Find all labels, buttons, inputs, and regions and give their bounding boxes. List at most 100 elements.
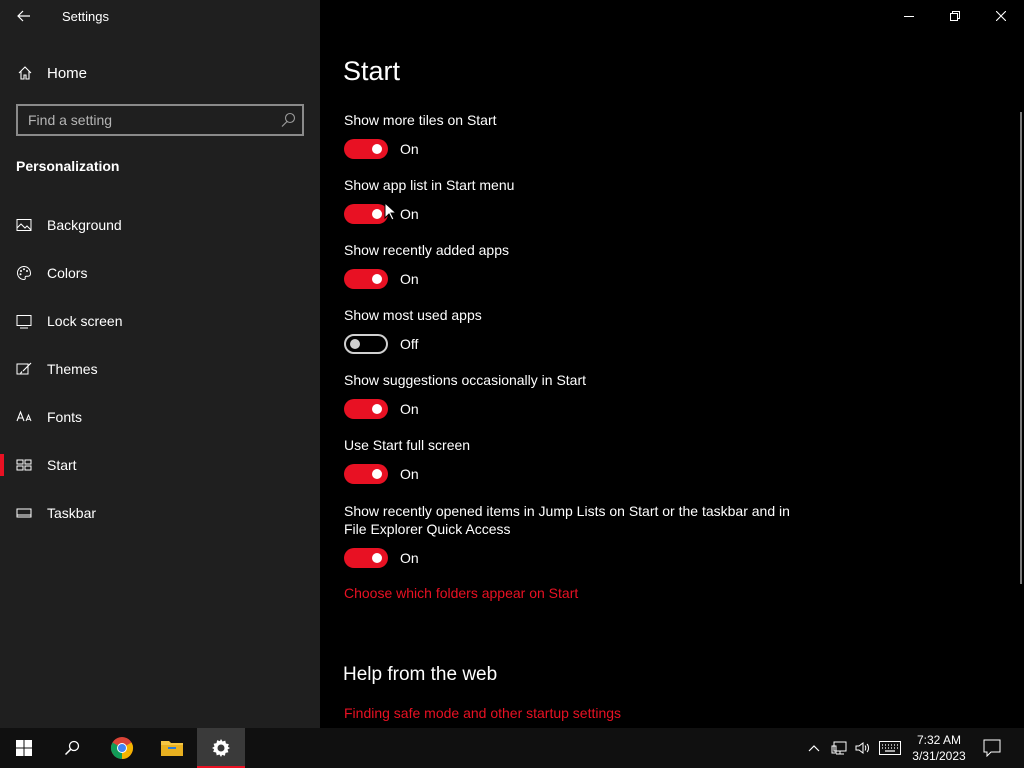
volume-button[interactable] (852, 728, 874, 768)
sidebar-item-taskbar[interactable]: Taskbar (0, 489, 320, 537)
network-button[interactable] (828, 728, 850, 768)
setting-label: Show app list in Start menu (344, 177, 515, 193)
setting-label: Show most used apps (344, 307, 482, 323)
keyboard-icon (879, 741, 901, 755)
toggle-knob (372, 274, 382, 284)
sidebar-item-label: Background (47, 217, 122, 233)
search-button[interactable] (48, 728, 96, 768)
sidebar-item-label: Themes (47, 361, 98, 377)
sidebar-item-label: Colors (47, 265, 88, 281)
minimize-icon (904, 16, 914, 17)
toggle-knob (350, 339, 360, 349)
scrollbar[interactable] (1020, 112, 1022, 584)
picture-icon (16, 219, 32, 231)
network-icon (831, 741, 847, 755)
window-controls (886, 0, 1024, 32)
lock-screen-icon (16, 315, 32, 329)
setting-app-list: Show app list in Start menu On (344, 176, 824, 226)
toggle-state: Off (400, 336, 419, 352)
toggle-state: On (400, 466, 419, 482)
taskbar: 7:32 AM 3/31/2023 (0, 728, 1024, 768)
toggle-knob (372, 404, 382, 414)
close-button[interactable] (978, 0, 1024, 32)
home-nav-item[interactable]: Home (0, 56, 320, 90)
choose-folders-link[interactable]: Choose which folders appear on Start (344, 585, 578, 601)
most-used-toggle[interactable] (344, 334, 388, 354)
taskbar-clock[interactable]: 7:32 AM 3/31/2023 (904, 732, 974, 764)
setting-more-tiles: Show more tiles on Start On (344, 111, 824, 161)
toggle-knob (372, 144, 382, 154)
toggle-knob (372, 209, 382, 219)
sidebar-item-start[interactable]: Start (0, 441, 320, 489)
back-button[interactable] (8, 4, 40, 28)
restore-icon (950, 11, 960, 21)
help-section-title: Help from the web (343, 664, 498, 685)
clock-time: 7:32 AM (916, 733, 962, 747)
sidebar-item-fonts[interactable]: Fonts (0, 393, 320, 441)
notification-icon (983, 739, 1001, 757)
action-center-button[interactable] (978, 728, 1006, 768)
chevron-up-icon (808, 745, 820, 752)
toggle-state: On (400, 141, 419, 157)
search-icon (64, 740, 80, 756)
sidebar-item-label: Taskbar (47, 505, 97, 521)
jump-lists-toggle[interactable] (344, 548, 388, 568)
start-button[interactable] (0, 728, 48, 768)
toggle-knob (372, 553, 382, 563)
sidebar-item-label: Lock screen (47, 313, 123, 329)
recently-added-toggle[interactable] (344, 269, 388, 289)
toggle-state: On (400, 550, 419, 566)
mouse-cursor-icon (384, 202, 396, 221)
restore-button[interactable] (932, 0, 978, 32)
sidebar-item-label: Fonts (47, 409, 83, 425)
setting-label: Show more tiles on Start (344, 112, 497, 128)
title-bar: Settings (0, 0, 320, 32)
sidebar-item-lock-screen[interactable]: Lock screen (0, 297, 320, 345)
setting-label: Show recently opened items in Jump Lists… (344, 503, 790, 537)
page-title: Start (343, 56, 401, 86)
show-hidden-icons-button[interactable] (804, 728, 824, 768)
setting-suggestions: Show suggestions occasionally in Start O… (344, 371, 824, 421)
search-input[interactable] (18, 106, 268, 134)
taskbar-icon (16, 508, 32, 518)
setting-label: Use Start full screen (344, 437, 471, 453)
font-icon (16, 410, 32, 422)
suggestions-toggle[interactable] (344, 399, 388, 419)
setting-jump-lists: Show recently opened items in Jump Lists… (344, 502, 794, 570)
home-label: Home (47, 65, 88, 82)
back-arrow-icon (17, 10, 30, 22)
safe-mode-help-link[interactable]: Finding safe mode and other startup sett… (344, 705, 621, 721)
sidebar-item-background[interactable]: Background (0, 201, 320, 249)
sidebar-item-colors[interactable]: Colors (0, 249, 320, 297)
start-tiles-icon (16, 459, 32, 471)
brush-icon (16, 362, 32, 375)
speaker-icon (855, 742, 869, 754)
sidebar-item-label: Start (47, 457, 77, 473)
sidebar-item-themes[interactable]: Themes (0, 345, 320, 393)
search-icon[interactable] (280, 112, 296, 128)
toggle-knob (372, 469, 382, 479)
toggle-state: On (400, 401, 419, 417)
app-title: Settings (62, 9, 109, 24)
minimize-button[interactable] (886, 0, 932, 32)
toggle-state: On (400, 206, 419, 222)
section-title: Personalization (16, 158, 120, 174)
palette-icon (17, 265, 32, 281)
folder-icon (161, 741, 183, 756)
app-list-toggle[interactable] (344, 204, 388, 224)
clock-date: 3/31/2023 (912, 749, 966, 763)
setting-recently-added: Show recently added apps On (344, 241, 824, 291)
full-screen-toggle[interactable] (344, 464, 388, 484)
home-icon (18, 66, 32, 80)
settings-taskbar-button[interactable] (197, 728, 245, 768)
setting-most-used: Show most used apps Off (344, 306, 824, 356)
file-explorer-button[interactable] (148, 728, 196, 768)
touch-keyboard-button[interactable] (877, 728, 903, 768)
setting-full-screen: Use Start full screen On (344, 436, 824, 486)
search-box[interactable] (16, 104, 304, 136)
windows-logo-icon (16, 740, 32, 756)
sidebar-nav: Background Colors Lock screen Themes Fon… (0, 201, 320, 537)
chrome-button[interactable] (98, 728, 146, 768)
more-tiles-toggle[interactable] (344, 139, 388, 159)
chrome-icon (111, 737, 133, 759)
